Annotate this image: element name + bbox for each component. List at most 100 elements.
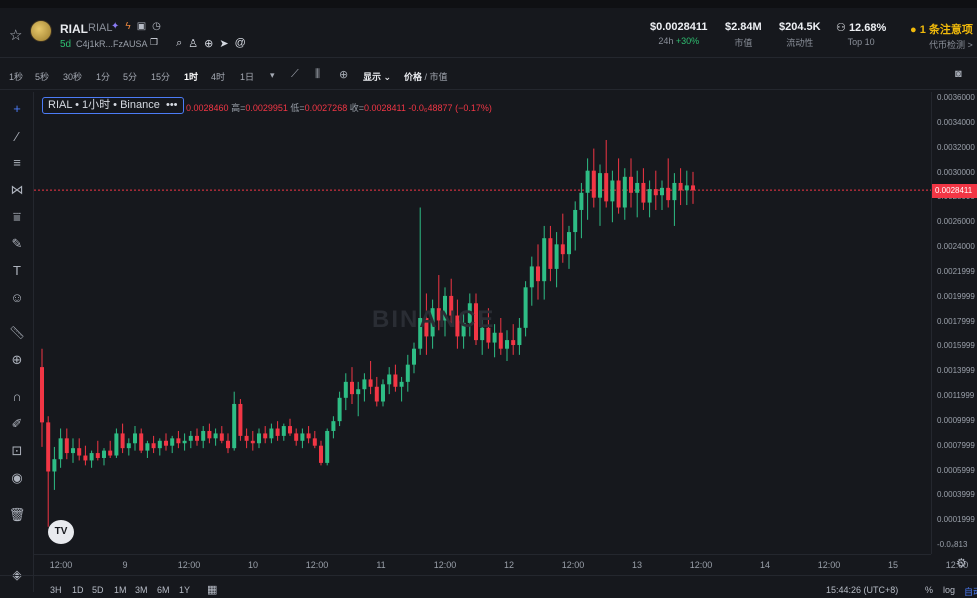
more-options-icon[interactable]: ••• [166,99,178,111]
candle [250,430,255,451]
camera-icon[interactable]: ◙ [955,68,962,80]
brush-icon[interactable]: ✎ [8,235,26,253]
log-toggle[interactable]: log [943,585,955,595]
text-icon[interactable]: T [8,262,26,280]
candle [126,438,131,456]
candle [517,318,522,355]
copy-icon[interactable]: ❐ [150,37,158,50]
candle-body [616,180,621,208]
candle [691,171,695,204]
tradingview-logo[interactable]: TV [48,520,74,544]
time-tick: 12:00 [561,560,585,570]
interval-1m[interactable]: 1分 [96,70,110,83]
candle-body [536,266,540,282]
interval-5m[interactable]: 5分 [123,70,137,83]
alert-button[interactable]: ● 1 条注意项 [910,21,973,37]
price-tick: 0.0007999 [937,440,975,450]
calendar-icon[interactable]: ▦ [207,583,217,596]
top10-stat: ⚇ 12.68% Top 10 [836,21,886,47]
top10-percent: 12.68% [848,22,887,34]
interval-1d[interactable]: 1日 [240,70,254,83]
candle-body [164,440,168,446]
candle [684,170,689,206]
market-cap-label: 市值 [734,38,753,48]
eye-icon[interactable]: ◉ [8,469,26,487]
candle-type-icon[interactable]: ⫼ [315,68,320,81]
globe-icon[interactable]: ⊕ [204,37,213,50]
range-6m[interactable]: 6M [157,585,170,595]
interval-1s[interactable]: 1秒 [9,70,23,83]
pattern-icon[interactable]: ⋈ [8,181,26,199]
auto-toggle[interactable]: 自动 [964,585,977,598]
candle-body [684,185,689,191]
search-icon[interactable]: ⌕ [176,37,182,50]
at-icon[interactable]: @ [235,37,246,50]
clock-readout[interactable]: 15:44:26 (UTC+8) [826,585,898,595]
time-axis[interactable]: 12:00 9 12:00 10 12:00 11 12:00 12 12:00 13 12:00 1… [34,554,968,572]
candle [325,428,330,466]
interval-dropdown-icon[interactable]: ▾ [270,70,275,81]
lock-icon[interactable]: ⊡ [8,442,26,460]
crosshair-settings-icon[interactable]: ⊕ [339,68,348,81]
lock-badge-icon: ▣ [136,21,147,32]
candle [83,445,88,466]
fib-icon[interactable]: ⩸ [8,208,26,226]
range-1m[interactable]: 1M [114,585,127,595]
price-tick: 0.0005999 [937,465,975,475]
candle-body [176,438,181,444]
candle [219,426,224,444]
candle [139,428,144,454]
candle-body [102,450,106,458]
interval-1h[interactable]: 1时 [184,70,198,83]
range-1d[interactable]: 1D [72,585,84,595]
interval-5s[interactable]: 5秒 [35,70,49,83]
interval-15m[interactable]: 15分 [151,70,170,83]
emoji-icon[interactable]: ☺ [8,289,26,307]
magnet-icon[interactable]: ∩ [8,388,26,406]
candle [195,428,199,446]
crosshair-icon[interactable]: + [8,100,26,118]
range-1y[interactable]: 1Y [179,585,190,595]
favorite-star-icon[interactable]: ☆ [9,26,22,44]
token-check-link[interactable]: 代币检测 > [929,38,973,51]
candle-body [579,192,584,210]
candle [40,348,44,447]
interval-30s[interactable]: 30秒 [63,70,82,83]
range-3h[interactable]: 3H [50,585,62,595]
ohlc-close-label: 收= [349,103,364,113]
display-menu[interactable]: 显示 ⌄ [363,70,391,83]
candle [660,180,664,210]
candle-body [641,182,646,203]
horizontal-lines-icon[interactable]: ≡ [8,154,26,172]
candle [213,428,218,446]
candle [77,438,82,461]
chart-settings-icon[interactable]: ⚙ [956,556,967,570]
series-legend[interactable]: RIAL • 1小时 • Binance ••• [42,97,184,114]
range-5d[interactable]: 5D [92,585,104,595]
candle-body [312,438,317,446]
range-3m[interactable]: 3M [135,585,148,595]
contract-address[interactable]: C4j1kR...FzAUSA [76,39,148,49]
ohlc-high: 0.0029951 [245,103,288,113]
ruler-icon[interactable]: 📏︎ [8,324,26,342]
trendline-icon[interactable]: ⁄ [8,128,26,146]
candle-body [207,430,212,439]
price-axis[interactable]: 0.0036000 0.0034000 0.0032000 0.0030000 0.00… [931,92,977,554]
zoom-in-icon[interactable]: ⊕ [8,351,26,369]
ohlc-low-label: 低= [290,103,305,113]
candle-body [139,433,144,451]
user-icon[interactable]: ♙ [188,37,198,50]
candle [343,373,348,411]
candle-body [610,180,615,202]
percent-toggle[interactable]: % [925,585,933,595]
candle-body [381,384,385,402]
candle [226,433,230,454]
interval-4h[interactable]: 4时 [211,70,225,83]
candle [108,440,113,458]
pencil-lock-icon[interactable]: ✐ [8,415,26,433]
candle [319,440,323,466]
trash-icon[interactable]: 🗑︎ [8,506,26,524]
telegram-icon[interactable]: ➤ [219,37,228,50]
indicators-icon[interactable]: ⟋ [291,68,299,81]
price-mcap-toggle[interactable]: 价格 / 市值 [404,70,448,83]
